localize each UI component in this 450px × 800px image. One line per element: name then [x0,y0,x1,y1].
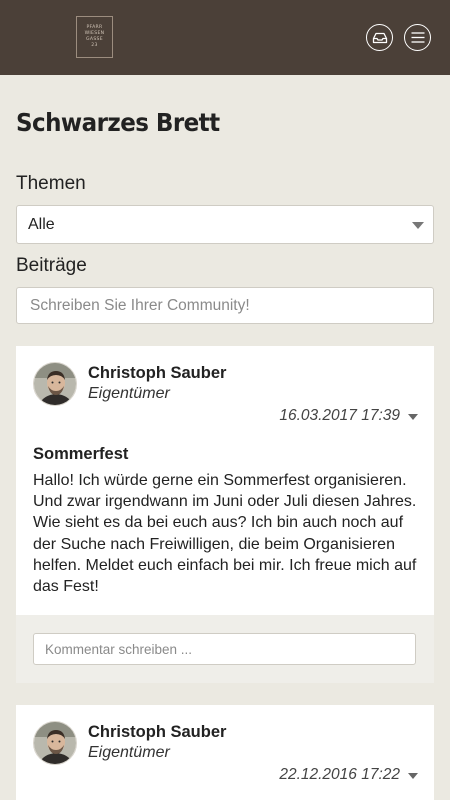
topics-select[interactable]: Alle [16,205,434,244]
author-name[interactable]: Christoph Sauber [88,364,226,383]
new-post-input[interactable] [16,287,434,324]
topics-label: Themen [16,173,86,194]
avatar[interactable] [33,362,77,406]
topics-selected-value: Alle [28,215,55,233]
post-title: Sommerfest [33,445,129,463]
comment-area [16,615,434,683]
page-title: Schwarzes Brett [16,108,220,137]
avatar-image [34,363,76,405]
logo[interactable]: PFARR WIESEN GASSE 23 [76,16,113,58]
post-date: 22.12.2016 17:22 [279,766,400,783]
menu-button[interactable] [404,24,431,51]
author-role: Eigentümer [88,744,170,761]
chevron-down-icon [412,222,424,229]
logo-line-4: 23 [91,43,98,48]
chevron-down-icon[interactable] [408,414,418,420]
chevron-down-icon[interactable] [408,773,418,779]
comment-input[interactable] [33,633,416,665]
author-name[interactable]: Christoph Sauber [88,723,226,742]
posts-label: Beiträge [16,255,87,276]
top-bar: PFARR WIESEN GASSE 23 [0,0,450,75]
avatar-image [34,722,76,764]
post-date: 16.03.2017 17:39 [279,407,400,424]
avatar[interactable] [33,721,77,765]
inbox-icon [372,32,387,43]
author-role: Eigentümer [88,385,170,402]
post-card: Christoph Sauber Eigentümer 22.12.2016 1… [16,705,434,800]
hamburger-menu-icon [411,32,424,43]
post-card: Christoph Sauber Eigentümer 16.03.2017 1… [16,346,434,683]
inbox-button[interactable] [366,24,393,51]
post-body: Hallo! Ich würde gerne ein Sommerfest or… [33,472,417,596]
